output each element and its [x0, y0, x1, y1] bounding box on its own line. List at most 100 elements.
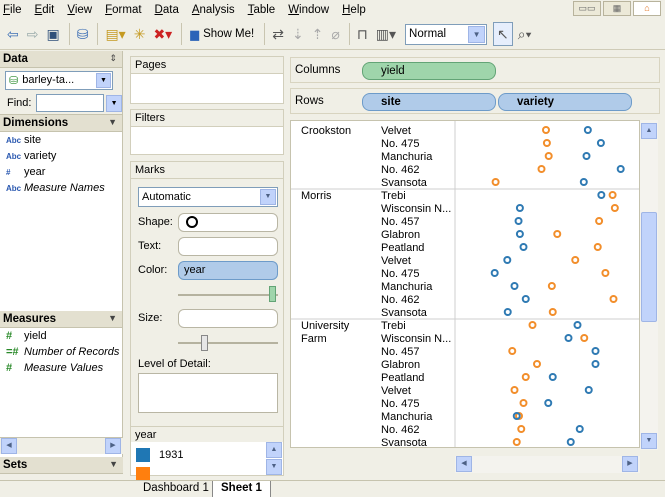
- zoom-icon[interactable]: ⌕▾: [515, 22, 535, 46]
- scroll-thumb[interactable]: [641, 212, 657, 322]
- toolbar-divider: [181, 23, 183, 45]
- find-dropdown-icon[interactable]: ▼: [106, 94, 122, 112]
- viz-area[interactable]: Crookston Velvet No. 475 Manchuria No. 462 Sv…: [290, 120, 640, 448]
- text-input[interactable]: [178, 237, 278, 256]
- datasource-select[interactable]: ⛁ barley-ta... ▼: [5, 70, 113, 90]
- columns-shelf[interactable]: Columns yield: [290, 57, 660, 83]
- swap-icon[interactable]: ⇄: [269, 22, 287, 46]
- menu-table[interactable]: Table: [248, 4, 276, 16]
- clear-sheet-icon[interactable]: ✖▾: [150, 22, 175, 46]
- dimension-field[interactable]: Abc Measure Names: [0, 180, 122, 196]
- legend-item[interactable]: 1931: [136, 448, 183, 462]
- connect-data-icon[interactable]: ⛁: [74, 22, 92, 46]
- menu-window[interactable]: Window: [288, 4, 329, 16]
- opacity-slider[interactable]: [178, 294, 278, 296]
- site-label: Morris: [301, 190, 332, 202]
- menu-analysis[interactable]: Analysis: [192, 4, 235, 16]
- scroll-right-icon[interactable]: ▶: [105, 438, 121, 454]
- measure-field[interactable]: # Measure Values: [0, 360, 122, 376]
- dimensions-list: Abc site Abc variety # year Abc Measure Names: [0, 132, 122, 196]
- save-icon[interactable]: ▣: [43, 22, 62, 46]
- variety-label: No. 462: [381, 424, 420, 436]
- point-1932: [544, 152, 553, 160]
- menu-format[interactable]: Format: [105, 4, 141, 16]
- viz-vertical-scrollbar[interactable]: ▲ ▼: [640, 120, 658, 450]
- legend-item[interactable]: [136, 467, 159, 481]
- scroll-left-icon[interactable]: ◀: [456, 456, 472, 472]
- site-pill[interactable]: site: [362, 93, 496, 111]
- collapse-icon[interactable]: ▼: [108, 117, 117, 127]
- sort-ascending-icon[interactable]: ⇣: [289, 22, 307, 46]
- yield-pill[interactable]: yield: [362, 62, 496, 80]
- point-1931: [583, 126, 592, 134]
- size-slider-handle[interactable]: [201, 335, 208, 351]
- sort-icon[interactable]: ⇕: [109, 53, 117, 64]
- fit-icon[interactable]: ▥▾: [373, 22, 399, 46]
- show-me-label: Show Me!: [203, 28, 255, 40]
- scroll-down-icon[interactable]: ▼: [266, 459, 282, 475]
- back-icon[interactable]: ⇦: [4, 22, 22, 46]
- menu-help[interactable]: Help: [342, 4, 366, 16]
- dimension-field[interactable]: Abc site: [0, 132, 122, 148]
- filters-shelf[interactable]: Filters: [130, 109, 284, 155]
- measure-field[interactable]: =# Number of Records: [0, 344, 122, 360]
- view-size-select[interactable]: Normal ▼: [405, 23, 488, 45]
- point-1932: [491, 178, 500, 186]
- mark-type-select[interactable]: Automatic ▼: [138, 187, 278, 207]
- viz-horizontal-scrollbar[interactable]: ◀ ▶: [455, 456, 640, 473]
- scroll-down-icon[interactable]: ▼: [641, 433, 657, 449]
- presentation-icon[interactable]: ⊓: [354, 22, 371, 46]
- dimension-field-label: site: [24, 134, 42, 146]
- size-input[interactable]: [178, 309, 278, 328]
- point-1932: [508, 347, 517, 355]
- rows-shelf[interactable]: Rows site variety: [290, 88, 660, 114]
- scroll-up-icon[interactable]: ▲: [266, 442, 282, 458]
- menu-data[interactable]: Data: [155, 4, 179, 16]
- select-pointer-icon[interactable]: ↖: [493, 22, 513, 46]
- find-input[interactable]: [36, 94, 105, 112]
- menu-file[interactable]: File: [3, 4, 22, 16]
- scroll-right-icon[interactable]: ▶: [622, 456, 638, 472]
- point-1932: [510, 386, 519, 394]
- measures-list: # yield =# Number of Records # Measure Values: [0, 328, 122, 376]
- point-1931: [503, 256, 512, 264]
- new-worksheet-icon[interactable]: ▤▾: [102, 22, 128, 46]
- scroll-left-icon[interactable]: ◀: [1, 438, 17, 454]
- menu-view[interactable]: View: [67, 4, 92, 16]
- color-pill[interactable]: year: [178, 261, 278, 280]
- point-1931: [544, 399, 553, 407]
- home-icon[interactable]: ⌂: [633, 1, 661, 16]
- dimension-field[interactable]: Abc variety: [0, 148, 122, 164]
- variety-label: No. 475: [381, 138, 420, 150]
- tab-sheet-1[interactable]: Sheet 1: [212, 481, 271, 497]
- data-panel-title: Data: [3, 53, 28, 65]
- pages-shelf[interactable]: Pages: [130, 56, 284, 104]
- shape-input[interactable]: [178, 213, 278, 232]
- size-slider[interactable]: [178, 342, 278, 344]
- opacity-slider-handle[interactable]: [269, 286, 276, 302]
- dimension-field[interactable]: # year: [0, 164, 122, 180]
- variety-pill[interactable]: variety: [498, 93, 632, 111]
- scroll-up-icon[interactable]: ▲: [641, 123, 657, 139]
- data-panel-scrollbar[interactable]: ◀ ▶: [0, 437, 123, 454]
- show-me-button[interactable]: ▆ Show Me!: [186, 22, 258, 46]
- attach-icon[interactable]: ⌀: [328, 22, 342, 46]
- collapse-icon[interactable]: ▼: [108, 313, 117, 323]
- sort-descending-icon[interactable]: ⇡: [309, 22, 327, 46]
- grid-view-icon[interactable]: ▦: [603, 1, 631, 16]
- forward-icon[interactable]: ⇨: [24, 22, 42, 46]
- measure-field[interactable]: # yield: [0, 328, 122, 344]
- measure-field-label: yield: [24, 330, 47, 342]
- dimension-field-label: variety: [24, 150, 57, 162]
- level-of-detail-shelf[interactable]: [138, 373, 278, 413]
- point-1931: [514, 217, 523, 225]
- point-1932: [547, 282, 556, 290]
- filmstrip-view-icon[interactable]: ▭▭: [573, 1, 601, 16]
- new-sheet-icon[interactable]: ✳: [131, 22, 149, 46]
- chevron-down-icon: ▼: [260, 189, 276, 205]
- collapse-icon[interactable]: ▼: [109, 459, 118, 469]
- tab-dashboard-1[interactable]: Dashboard 1: [135, 481, 217, 497]
- point-1931: [503, 308, 512, 316]
- point-1931: [548, 373, 557, 381]
- menu-edit[interactable]: Edit: [35, 4, 55, 16]
